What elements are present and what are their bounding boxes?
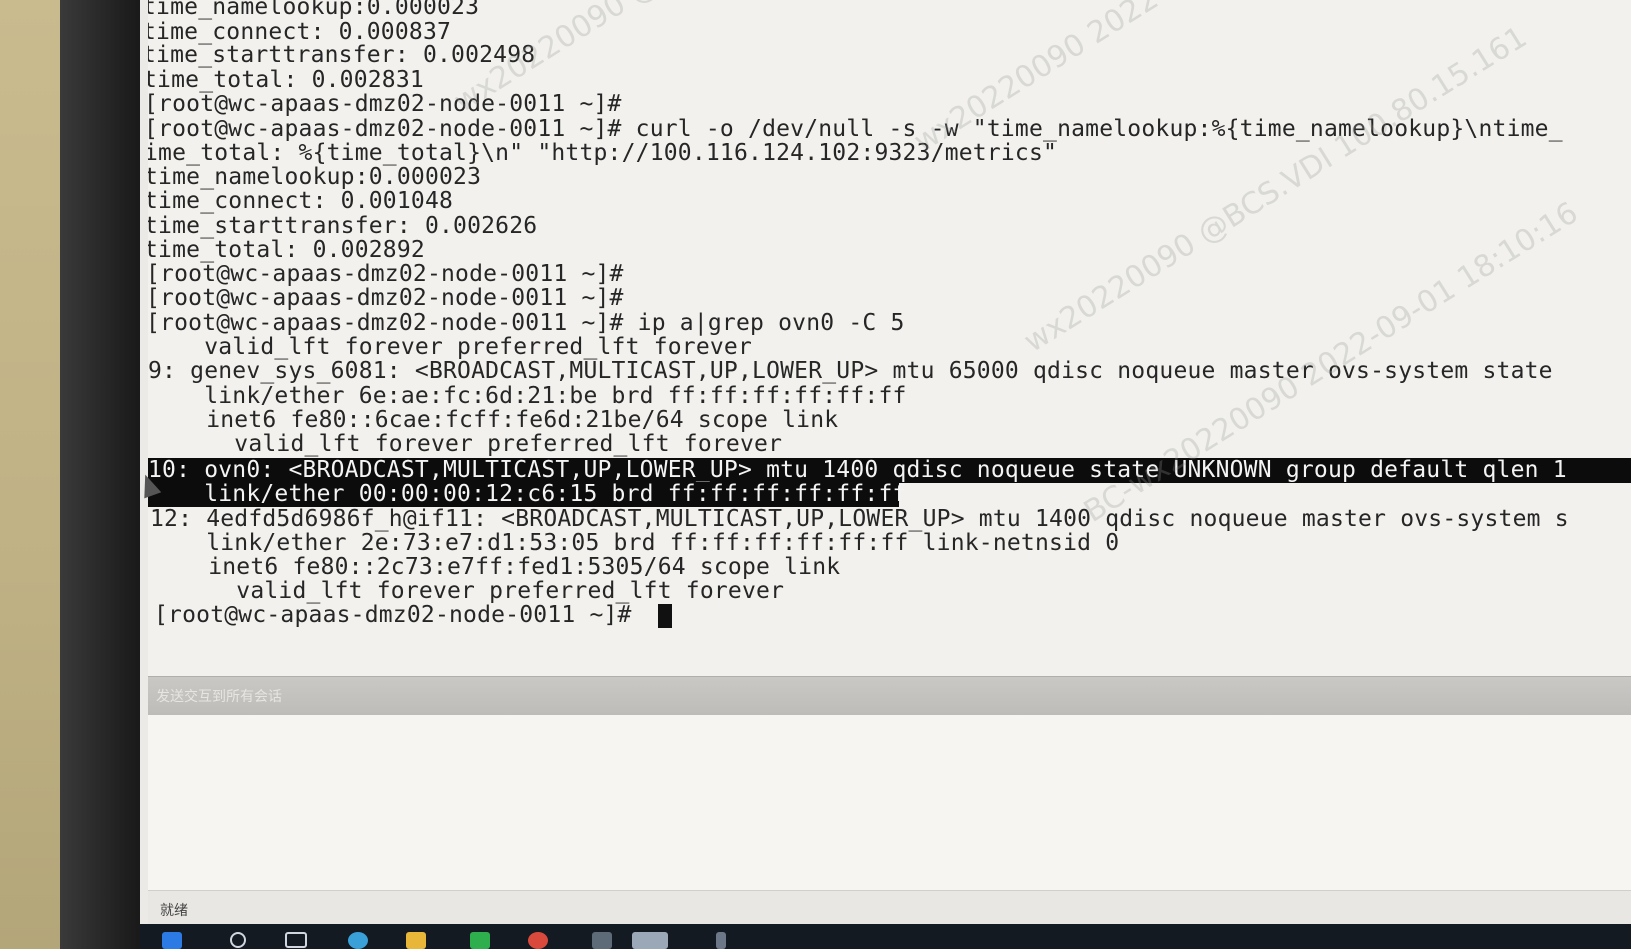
status-bar: 就绪 [148, 890, 1631, 925]
file-explorer-icon[interactable] [406, 932, 426, 949]
windows-start-icon[interactable] [162, 932, 182, 949]
compose-input-area[interactable] [148, 715, 1631, 891]
terminal-line: inet6 fe80::6cae:fcff:fe6d:21be/64 scope… [150, 407, 839, 433]
terminal-line: 12: 4edfd5d6986f_h@if11: <BROADCAST,MULT… [150, 506, 1569, 532]
terminal-line-selected[interactable]: link/ether 00:00:00:12:c6:15 brd ff:ff:f… [148, 482, 906, 507]
terminal-line: valid_lft forever preferred_lft forever [152, 578, 785, 604]
watermark-text: wx20220090 @BCS.VDI 100.80.15.161 [1018, 19, 1534, 360]
terminal-line-selected[interactable]: 10: ovn0: <BROADCAST,MULTICAST,UP,LOWER_… [148, 458, 1631, 483]
terminal-line: [root@wc-apaas-dmz02-node-0011 ~]# [148, 261, 624, 287]
terminal-output[interactable]: time_namelookup:0.000023 time_connect: 0… [148, 0, 1631, 676]
status-text: 就绪 [160, 903, 188, 919]
app-icon[interactable] [716, 932, 726, 949]
terminal-line: valid_lft forever preferred_lft forever [148, 334, 753, 360]
terminal-prompt: [root@wc-apaas-dmz02-node-0011 ~]# [154, 602, 632, 628]
green-app-icon[interactable] [470, 932, 490, 949]
terminal-line: time_starttransfer: 0.002626 [148, 213, 538, 239]
terminal-line: [root@wc-apaas-dmz02-node-0011 ~]# ip a|… [148, 310, 905, 336]
terminal-line: time_namelookup:0.000023 [148, 0, 480, 20]
send-bar-label: 发送交互到所有会话 [156, 689, 282, 705]
app-icon[interactable] [592, 932, 612, 949]
active-app-icon[interactable] [632, 932, 668, 949]
terminal-line: inet6 fe80::2c73:e7ff:fed1:5305/64 scope… [152, 554, 841, 580]
task-view-icon[interactable] [285, 932, 307, 948]
terminal-line: time_namelookup:0.000023 [148, 164, 482, 190]
terminal-line: time_total: 0.002831 [148, 67, 424, 93]
terminal-line: link/ether 2e:73:e7:d1:53:05 brd ff:ff:f… [150, 530, 1120, 556]
terminal-line: valid_lft forever preferred_lft forever [150, 431, 783, 457]
terminal-line: [root@wc-apaas-dmz02-node-0011 ~]# [148, 91, 622, 117]
background-wall [0, 0, 60, 949]
windows-taskbar [140, 924, 1631, 949]
terminal-line: time_total: 0.002892 [148, 237, 425, 263]
monitor-bezel [60, 0, 152, 949]
terminal-line: [root@wc-apaas-dmz02-node-0011 ~]# [148, 285, 624, 311]
terminal-line: time_starttransfer: 0.002498 [148, 42, 536, 68]
red-app-icon[interactable] [528, 932, 548, 949]
send-to-all-sessions-bar[interactable]: 发送交互到所有会话 [148, 676, 1631, 716]
search-icon[interactable] [230, 932, 246, 948]
text-cursor [658, 604, 672, 628]
terminal-line: link/ether 6e:ae:fc:6d:21:be brd ff:ff:f… [148, 383, 907, 409]
terminal-line: time_connect: 0.001048 [148, 188, 454, 214]
edge-browser-icon[interactable] [348, 932, 368, 949]
